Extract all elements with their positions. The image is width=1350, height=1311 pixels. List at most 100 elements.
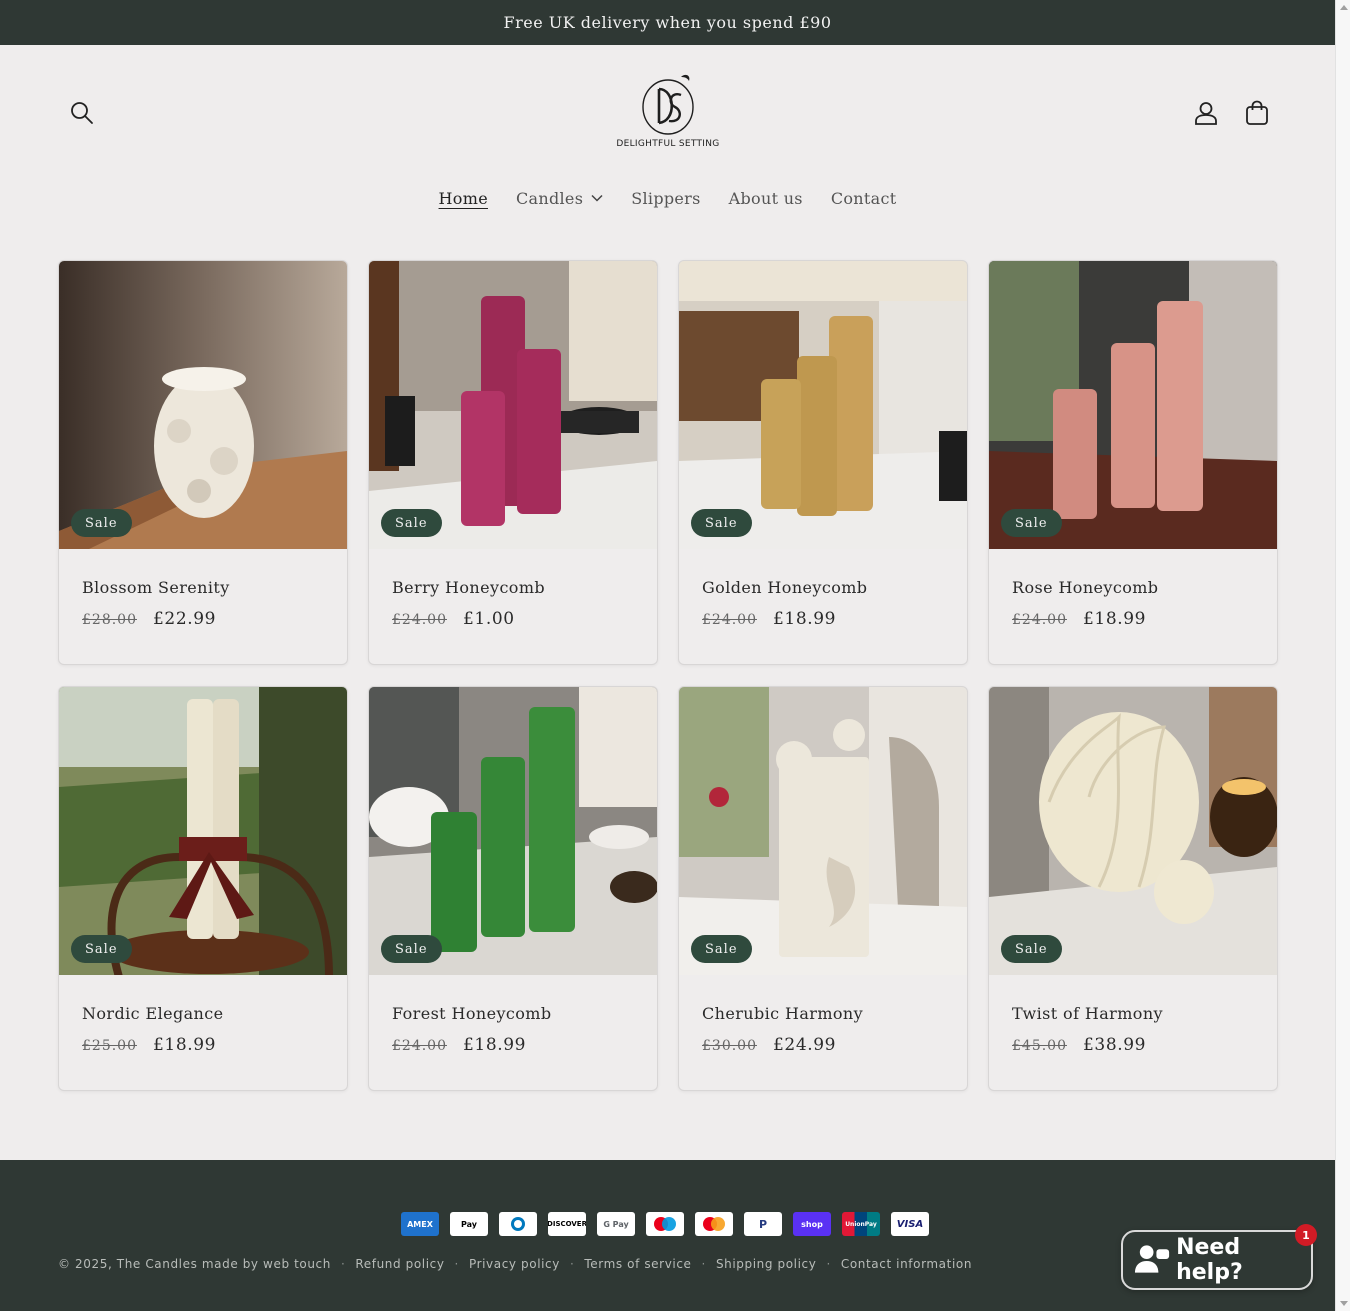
product-grid: Sale Blossom Serenity £28.00 £22.99 Sale… (58, 260, 1278, 1091)
announcement-bar: Free UK delivery when you spend £90 (0, 0, 1335, 45)
product-image (369, 261, 657, 549)
vertical-scrollbar[interactable] (1335, 0, 1350, 1311)
google-pay-icon: G Pay (597, 1212, 635, 1236)
chat-label: Need help? (1176, 1235, 1243, 1285)
main-nav: Home Candles Slippers About us Contact (0, 185, 1335, 211)
product-image (989, 261, 1277, 549)
chat-widget-button[interactable]: Need help? 1 (1121, 1224, 1317, 1290)
regular-price: £25.00 (82, 1038, 137, 1054)
regular-price: £45.00 (1012, 1038, 1067, 1054)
unionpay-icon: UnionPay (842, 1212, 880, 1236)
sale-price: £22.99 (153, 609, 217, 629)
nav-item-home[interactable]: Home (425, 185, 502, 211)
footer-separator: · (454, 1257, 459, 1271)
announcement-text: Free UK delivery when you spend £90 (503, 13, 832, 32)
product-card[interactable]: Sale Nordic Elegance £25.00 £18.99 (58, 686, 348, 1091)
product-card[interactable]: Sale Cherubic Harmony £30.00 £24.99 (678, 686, 968, 1091)
regular-price: £24.00 (702, 612, 757, 628)
product-card[interactable]: Sale Rose Honeycomb £24.00 £18.99 (988, 260, 1278, 665)
sale-badge: Sale (381, 509, 442, 537)
shop-pay-icon: shop (793, 1212, 831, 1236)
sale-badge: Sale (71, 935, 132, 963)
footer-separator: · (569, 1257, 575, 1271)
product-title[interactable]: Nordic Elegance (82, 1004, 223, 1023)
maestro-icon (646, 1212, 684, 1236)
product-image (59, 687, 347, 975)
footer-link-refund[interactable]: Refund policy (355, 1257, 444, 1271)
product-card[interactable]: Sale Berry Honeycomb £24.00 £1.00 (368, 260, 658, 665)
product-title[interactable]: Berry Honeycomb (392, 578, 545, 597)
product-prices: £24.00 £18.99 (702, 609, 836, 629)
nav-item-slippers[interactable]: Slippers (617, 185, 714, 211)
footer-link-contact[interactable]: Contact information (841, 1257, 972, 1271)
product-image (679, 687, 967, 975)
product-title[interactable]: Blossom Serenity (82, 578, 230, 597)
regular-price: £30.00 (702, 1038, 757, 1054)
account-icon[interactable] (1186, 93, 1226, 133)
visa-icon: VISA (891, 1212, 929, 1236)
sale-price: £18.99 (773, 609, 837, 629)
product-image (369, 687, 657, 975)
apple-pay-icon: Pay (450, 1212, 488, 1236)
search-icon[interactable] (62, 93, 102, 133)
sale-price: £38.99 (1083, 1035, 1147, 1055)
product-card[interactable]: Sale Golden Honeycomb £24.00 £18.99 (678, 260, 968, 665)
footer-link-shipping[interactable]: Shipping policy (716, 1257, 817, 1271)
cart-icon[interactable] (1237, 93, 1277, 133)
copyright: © 2025, The Candles made by web touch (58, 1257, 331, 1271)
chevron-down-icon (591, 194, 603, 202)
logo[interactable]: DELIGHTFUL SETTING (612, 71, 724, 159)
footer-link-privacy[interactable]: Privacy policy (469, 1257, 560, 1271)
regular-price: £28.00 (82, 612, 137, 628)
product-title[interactable]: Cherubic Harmony (702, 1004, 863, 1023)
payment-icons: AMEX Pay DISCOVER G Pay P shop UnionPay … (401, 1212, 929, 1236)
site-header: DELIGHTFUL SETTING Home Candles Slippers… (0, 45, 1335, 235)
sale-price: £18.99 (153, 1035, 217, 1055)
scroll-up-icon[interactable] (1340, 5, 1348, 10)
nav-item-candles[interactable]: Candles (502, 185, 617, 211)
footer-separator: · (701, 1257, 706, 1271)
product-title[interactable]: Twist of Harmony (1012, 1004, 1163, 1023)
regular-price: £24.00 (392, 612, 447, 628)
product-title[interactable]: Golden Honeycomb (702, 578, 867, 597)
sale-badge: Sale (691, 935, 752, 963)
footer-links: © 2025, The Candles made by web touch · … (58, 1257, 972, 1271)
sale-price: £24.99 (773, 1035, 837, 1055)
product-card[interactable]: Sale Forest Honeycomb £24.00 £18.99 (368, 686, 658, 1091)
footer-separator: · (340, 1257, 346, 1271)
sale-price: £18.99 (1083, 609, 1147, 629)
nav-item-about[interactable]: About us (715, 185, 817, 211)
chat-notification-badge: 1 (1295, 1224, 1317, 1246)
discover-icon: DISCOVER (548, 1212, 586, 1236)
product-prices: £28.00 £22.99 (82, 609, 216, 629)
product-prices: £30.00 £24.99 (702, 1035, 836, 1055)
product-title[interactable]: Rose Honeycomb (1012, 578, 1158, 597)
product-card[interactable]: Sale Blossom Serenity £28.00 £22.99 (58, 260, 348, 665)
product-prices: £24.00 £1.00 (392, 609, 515, 629)
sale-price: £18.99 (463, 1035, 527, 1055)
product-image (679, 261, 967, 549)
product-prices: £45.00 £38.99 (1012, 1035, 1146, 1055)
paypal-icon: P (744, 1212, 782, 1236)
scroll-down-icon[interactable] (1340, 1301, 1348, 1306)
footer-link-terms[interactable]: Terms of service (584, 1257, 691, 1271)
product-image (989, 687, 1277, 975)
sale-badge: Sale (1001, 935, 1062, 963)
product-prices: £24.00 £18.99 (392, 1035, 526, 1055)
sale-badge: Sale (381, 935, 442, 963)
chat-person-icon (1134, 1245, 1170, 1273)
amex-icon: AMEX (401, 1212, 439, 1236)
nav-item-contact[interactable]: Contact (817, 185, 911, 211)
sale-price: £1.00 (463, 609, 515, 629)
product-card[interactable]: Sale Twist of Harmony £45.00 £38.99 (988, 686, 1278, 1091)
product-prices: £25.00 £18.99 (82, 1035, 216, 1055)
logo-monogram-icon (642, 74, 694, 135)
regular-price: £24.00 (392, 1038, 447, 1054)
product-image (59, 261, 347, 549)
sale-badge: Sale (71, 509, 132, 537)
sale-badge: Sale (1001, 509, 1062, 537)
product-prices: £24.00 £18.99 (1012, 609, 1146, 629)
regular-price: £24.00 (1012, 612, 1067, 628)
footer-separator: · (826, 1257, 831, 1271)
product-title[interactable]: Forest Honeycomb (392, 1004, 552, 1023)
